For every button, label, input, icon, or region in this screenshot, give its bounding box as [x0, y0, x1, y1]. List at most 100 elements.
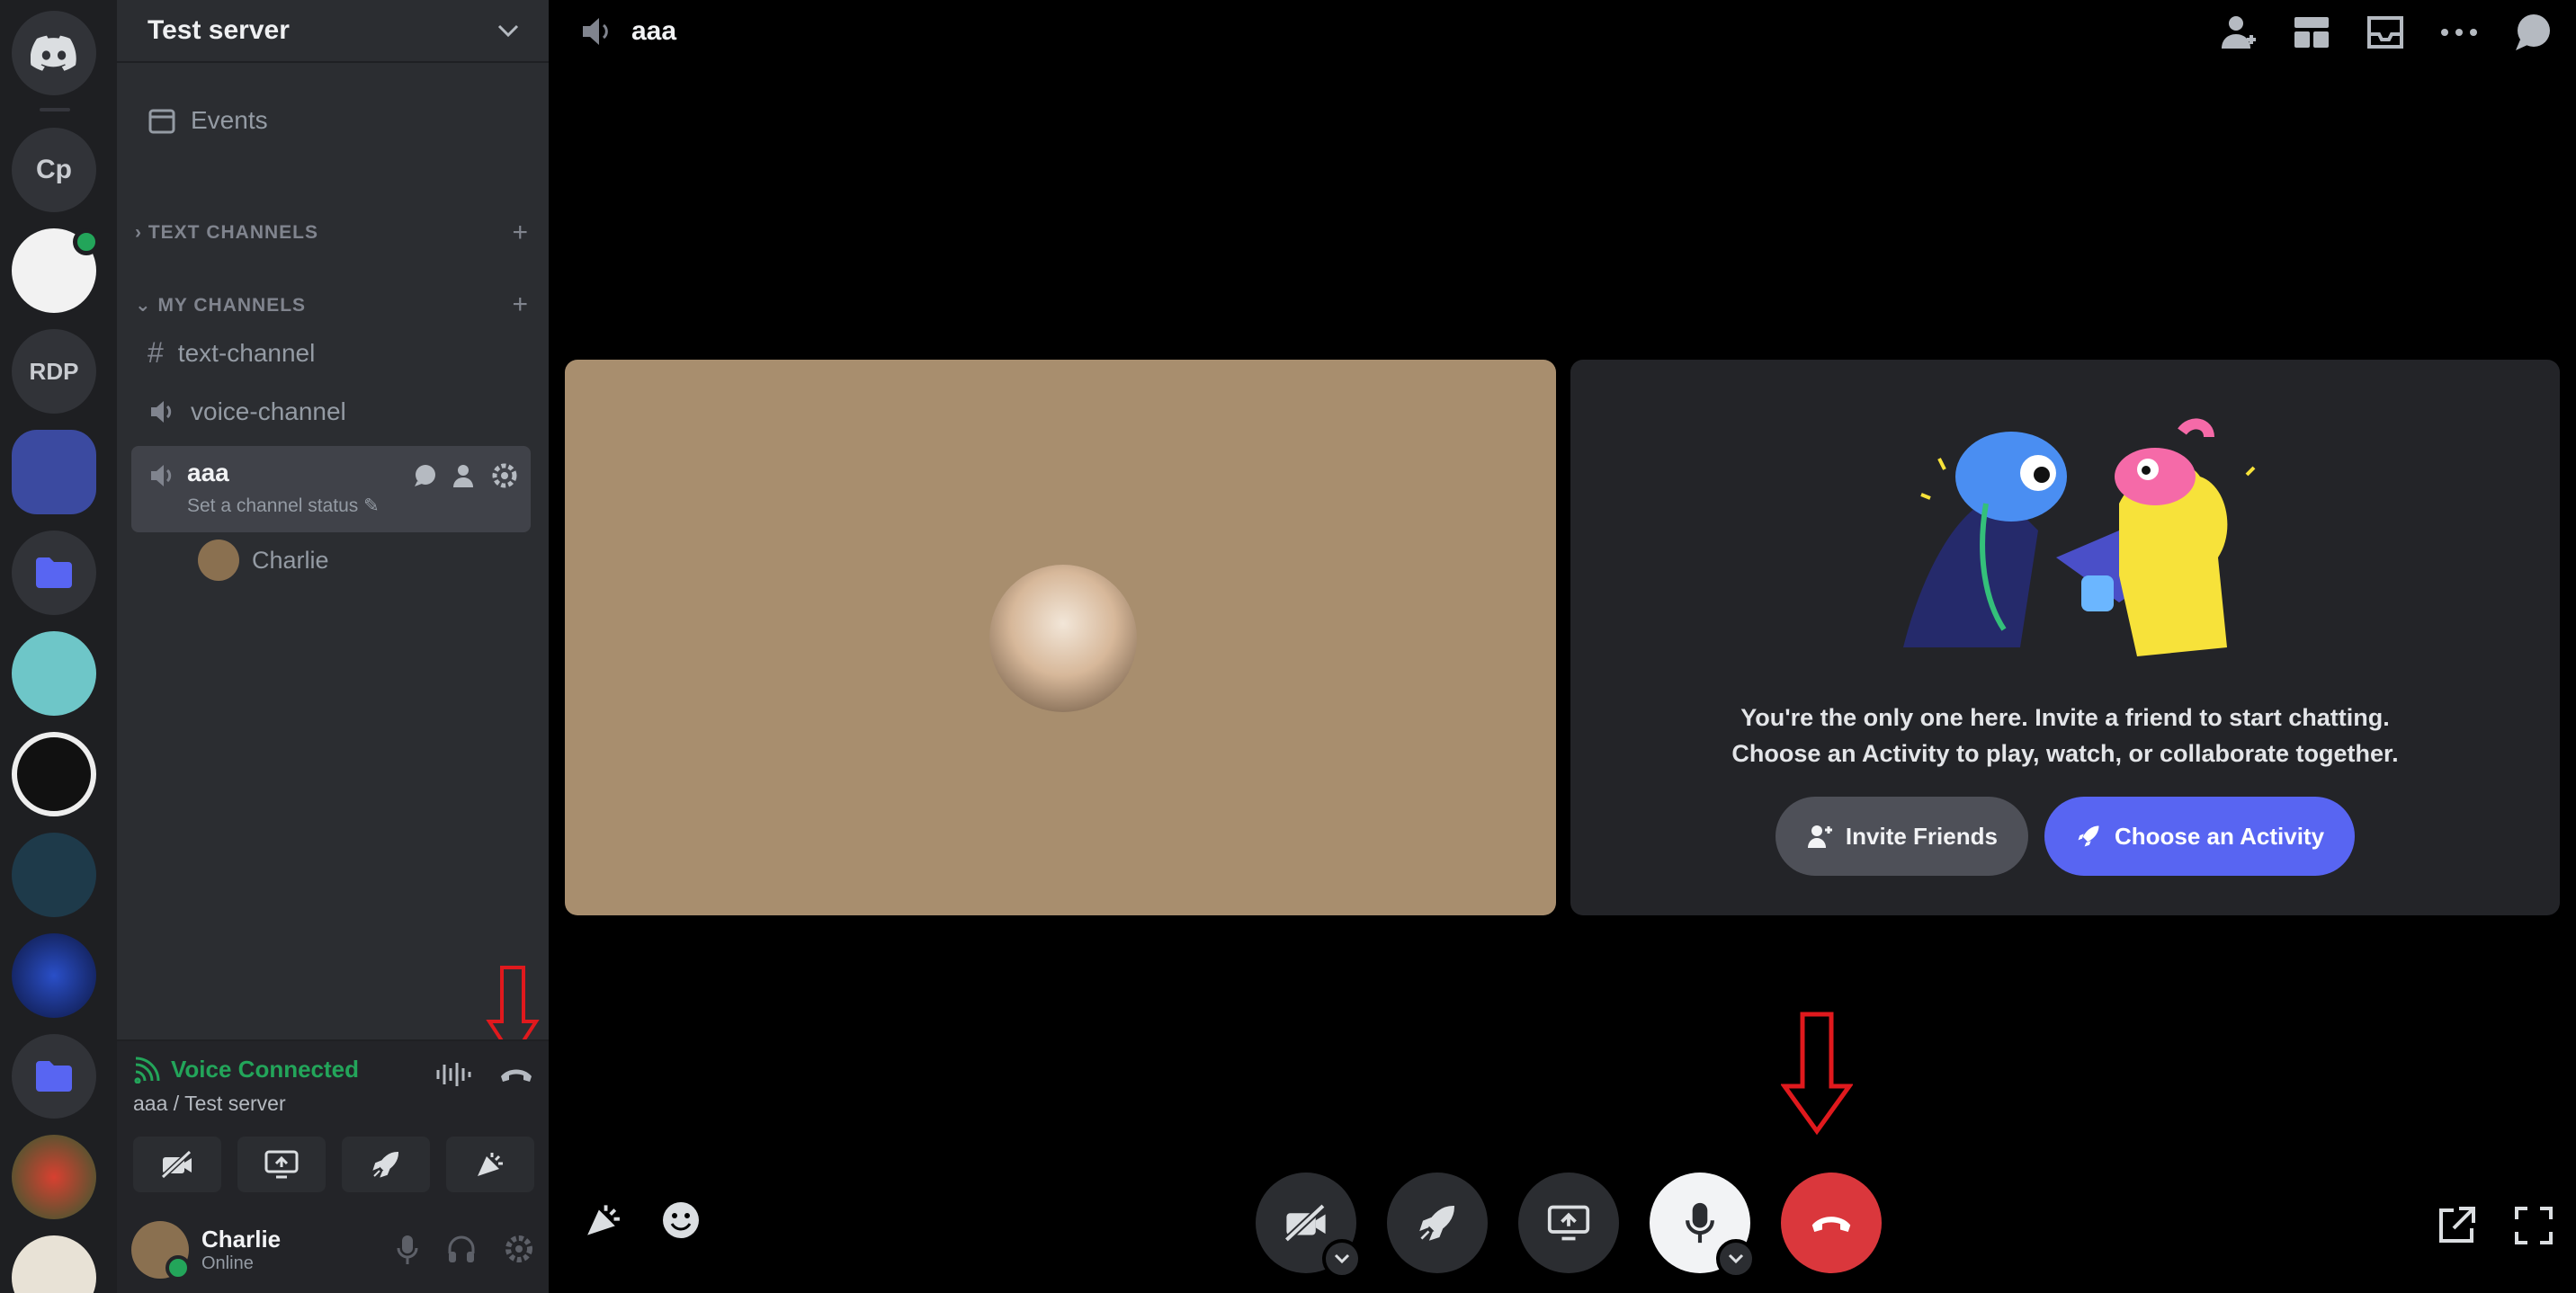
chat-bubble-icon[interactable]	[412, 462, 439, 489]
calendar-icon	[148, 109, 175, 134]
server-icon-light[interactable]	[12, 1235, 96, 1293]
folder-icon	[36, 557, 72, 588]
microphone-options-button[interactable]	[1716, 1239, 1756, 1279]
user-info[interactable]: Charlie Online	[201, 1226, 396, 1274]
microphone-toggle-button[interactable]	[1650, 1173, 1756, 1279]
headphones-icon[interactable]	[446, 1234, 477, 1264]
server-icon-headphones[interactable]	[12, 228, 100, 313]
chat-icon[interactable]	[2513, 13, 2553, 52]
hang-up-icon	[1811, 1217, 1851, 1232]
activity-button[interactable]	[342, 1137, 430, 1192]
speaker-icon	[151, 401, 172, 423]
microphone-icon	[1686, 1202, 1714, 1244]
signal-icon	[134, 1057, 160, 1083]
emoji-icon[interactable]	[660, 1199, 702, 1241]
server-folder-2[interactable]	[12, 1034, 96, 1119]
category-text: MY CHANNELS	[157, 294, 307, 316]
channel-voice-channel[interactable]: voice-channel	[131, 397, 534, 426]
rail-separator	[40, 108, 70, 111]
speaker-icon	[583, 18, 608, 45]
channel-name: voice-channel	[191, 397, 346, 425]
disconnect-icon[interactable]	[498, 1064, 534, 1085]
camera-off-button[interactable]	[133, 1137, 221, 1192]
invite-line-1: You're the only one here. Invite a frien…	[1740, 704, 2390, 731]
camera-toggle-button[interactable]	[1256, 1173, 1362, 1279]
inbox-icon[interactable]	[2366, 14, 2405, 50]
camera-off-icon	[1284, 1203, 1326, 1243]
screen-share-icon	[264, 1150, 299, 1179]
add-channel-icon[interactable]: +	[512, 218, 529, 248]
invite-actions: Invite Friends Choose an Activity	[1570, 797, 2560, 876]
stage-header: aaa	[549, 0, 2576, 63]
settings-gear-icon[interactable]	[504, 1234, 534, 1264]
activity-launch-button[interactable]	[1387, 1173, 1488, 1273]
rocket-icon	[372, 1151, 399, 1178]
category-label: › TEXT CHANNELS	[135, 222, 319, 243]
speaker-icon	[151, 465, 172, 486]
server-icon-cp[interactable]: Cp	[12, 128, 96, 212]
invite-friends-label: Invite Friends	[1845, 822, 1998, 850]
stage-channel-title: aaa	[631, 16, 677, 46]
participant-video-tile[interactable]	[565, 360, 1556, 915]
server-icon-rdp[interactable]: RDP	[12, 329, 96, 414]
category-text-channels[interactable]: › TEXT CHANNELS +	[131, 218, 529, 248]
add-member-icon[interactable]	[452, 462, 479, 489]
voice-status[interactable]: Voice Connected	[133, 1056, 359, 1083]
voice-location[interactable]: aaa / Test server	[133, 1092, 286, 1116]
category-my-channels[interactable]: ⌄ MY CHANNELS +	[131, 290, 529, 320]
voice-panel-actions	[435, 1061, 534, 1088]
soundboard-icon	[478, 1153, 503, 1176]
server-initials: RDP	[29, 357, 79, 385]
soundboard-button[interactable]	[446, 1137, 534, 1192]
add-member-icon[interactable]	[2218, 13, 2258, 52]
chevron-down-icon	[1728, 1253, 1744, 1264]
invite-tile: You're the only one here. Invite a frien…	[1570, 360, 2560, 915]
camera-options-button[interactable]	[1322, 1239, 1362, 1279]
user-controls	[396, 1234, 534, 1266]
server-icon-blue[interactable]	[12, 933, 96, 1018]
camera-off-icon	[160, 1150, 192, 1179]
add-friend-icon	[1807, 825, 1832, 848]
add-channel-icon[interactable]: +	[512, 290, 529, 320]
server-icon-dark[interactable]	[12, 732, 96, 816]
chevron-down-icon	[497, 24, 519, 38]
soundboard-icon[interactable]	[583, 1199, 624, 1241]
channel-status-text: Set a channel status	[187, 495, 359, 516]
screen-share-button[interactable]	[237, 1137, 326, 1192]
call-controls	[1256, 1173, 1882, 1279]
pop-out-icon[interactable]	[2436, 1205, 2477, 1246]
channel-sidebar: Test server Events › TEXT CHANNELS + ⌄ M…	[117, 0, 549, 1293]
screen-share-icon	[1547, 1205, 1590, 1241]
microphone-icon[interactable]	[396, 1234, 419, 1266]
gear-icon[interactable]	[491, 462, 518, 489]
invite-line-2: Choose an Activity to play, watch, or co…	[1731, 740, 2399, 767]
fullscreen-icon[interactable]	[2513, 1205, 2554, 1246]
user-panel: Charlie Online	[117, 1207, 549, 1293]
server-folder[interactable]	[12, 531, 96, 615]
server-icon-navy[interactable]	[12, 833, 96, 917]
channel-aaa-active[interactable]: aaa Set a channel status ✎	[131, 446, 531, 532]
category-text: TEXT CHANNELS	[148, 222, 319, 243]
more-icon[interactable]	[2439, 27, 2479, 38]
events-item[interactable]: Events	[131, 106, 534, 135]
channel-text-channel[interactable]: # text-channel	[131, 336, 534, 370]
choose-activity-button[interactable]: Choose an Activity	[2044, 797, 2356, 876]
server-icon-teal[interactable]	[12, 631, 96, 716]
server-icon-red[interactable]	[12, 1135, 96, 1219]
voice-member-charlie[interactable]: Charlie	[198, 539, 329, 581]
channel-status-prompt[interactable]: Set a channel status ✎	[187, 495, 380, 517]
noise-suppression-icon[interactable]	[435, 1061, 471, 1088]
channel-name: text-channel	[177, 338, 316, 367]
grid-layout-icon[interactable]	[2292, 14, 2331, 50]
server-icon-selected[interactable]	[12, 430, 96, 514]
category-label: ⌄ MY CHANNELS	[135, 294, 307, 316]
user-avatar[interactable]	[131, 1221, 191, 1280]
server-header[interactable]: Test server	[117, 0, 549, 63]
invite-friends-button[interactable]: Invite Friends	[1775, 797, 2028, 876]
hang-up-button[interactable]	[1781, 1173, 1882, 1273]
screen-share-toggle-button[interactable]	[1518, 1173, 1619, 1273]
voice-connected-panel: Voice Connected aaa / Test server	[117, 1039, 549, 1207]
discord-home-button[interactable]	[12, 11, 96, 95]
channel-actions	[412, 462, 518, 489]
channel-name: aaa	[187, 459, 229, 486]
